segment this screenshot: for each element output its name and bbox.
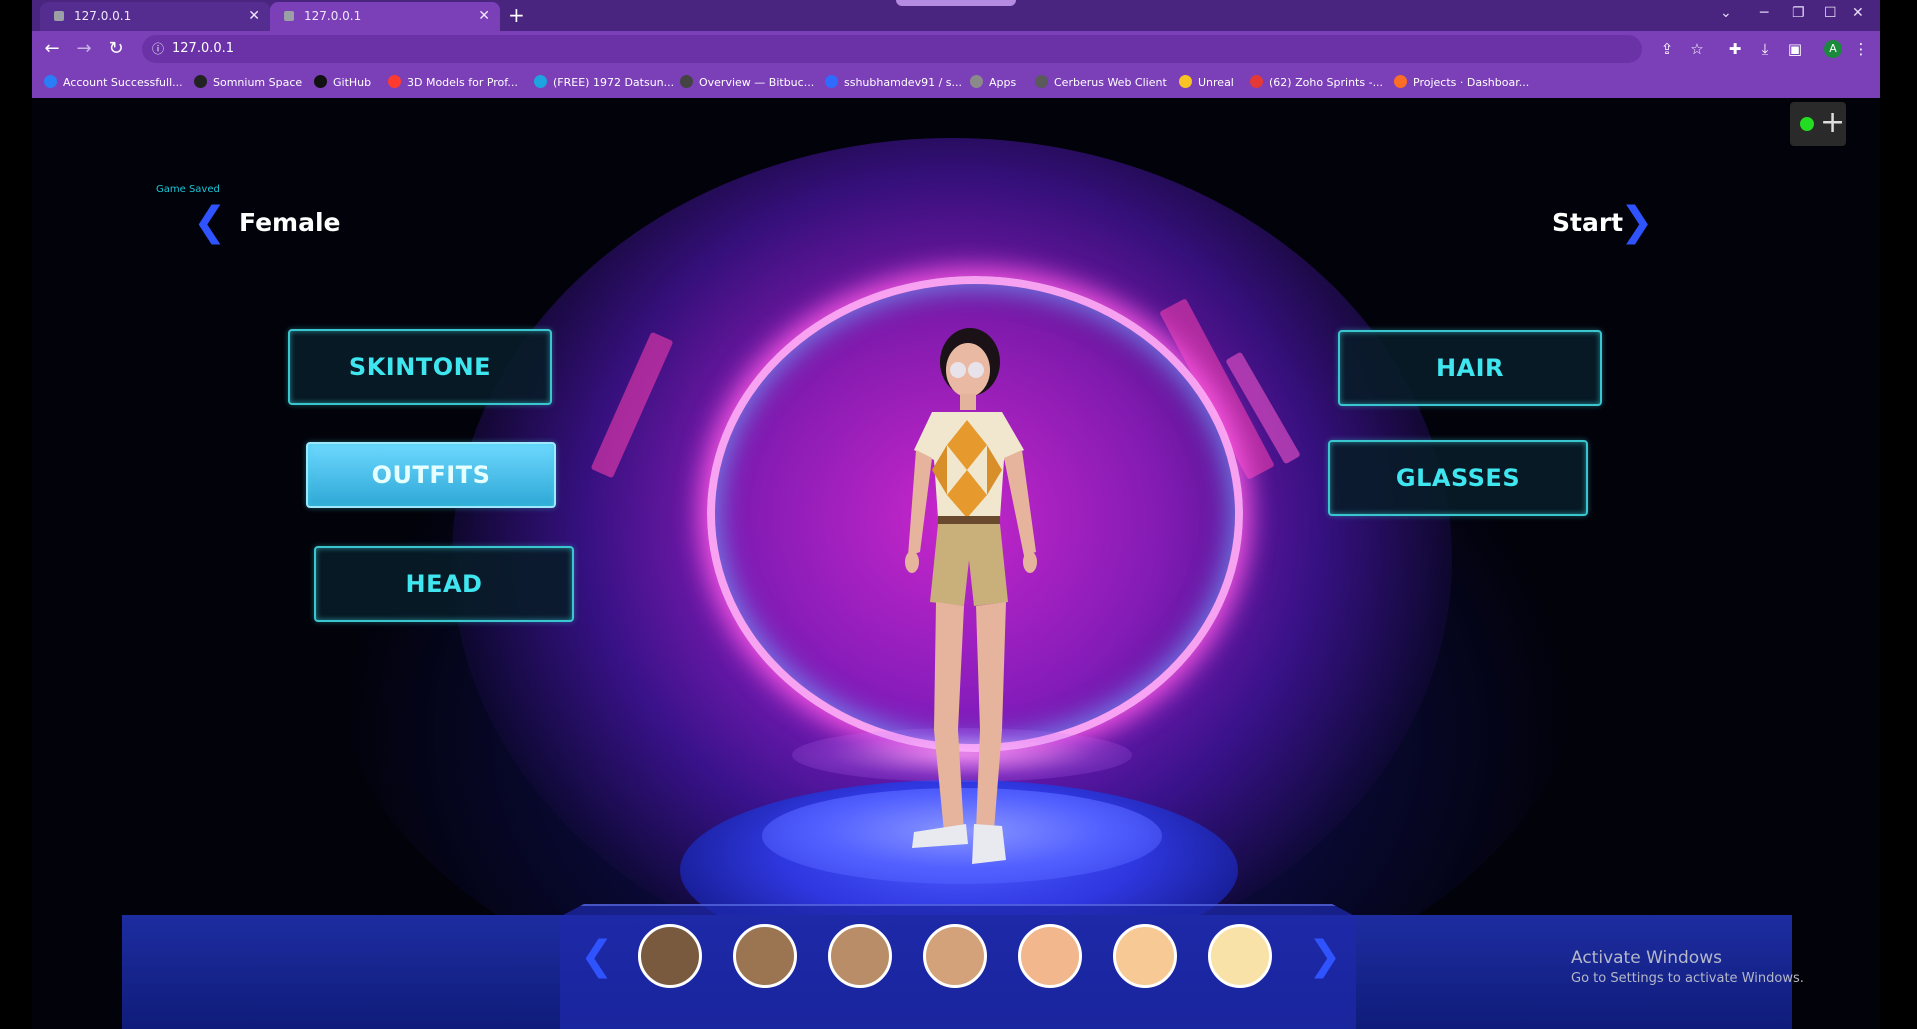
extensions-icon[interactable]: ✚ [1724,37,1746,61]
apps-grid-icon [970,75,983,88]
bookmark-item[interactable]: (FREE) 1972 Datsun... [534,67,674,98]
share-icon[interactable]: ⇪ [1656,37,1678,61]
bookmark-icon [194,75,207,88]
activate-windows-watermark: Activate Windows Go to Settings to activ… [1571,948,1804,986]
bookmark-icon [44,75,57,88]
chevron-right-icon[interactable]: ❯ [1308,936,1342,976]
forward-arrow-icon[interactable]: → [72,37,96,61]
close-icon[interactable]: ✕ [1852,0,1864,26]
skintone-button[interactable]: SKINTONE [288,329,552,405]
activate-windows-subtitle: Go to Settings to activate Windows. [1571,971,1804,986]
skin-swatch[interactable] [923,924,987,988]
minimize-icon[interactable]: ─ [1760,0,1768,26]
tab-title: 127.0.0.1 [74,9,132,23]
screen: 127.0.0.1 ✕ 127.0.0.1 ✕ + ⌄ ─ ❐ ☐ ✕ ← → … [0,0,1917,1029]
back-arrow-icon[interactable]: ← [40,37,64,61]
tab-title: 127.0.0.1 [304,9,362,23]
skin-swatch[interactable] [828,924,892,988]
bookmark-item[interactable]: 3D Models for Prof... [388,67,518,98]
overlay-widget[interactable]: + [1790,102,1846,146]
chevron-left-icon[interactable]: ❮ [580,936,614,976]
bookmark-item[interactable]: Account Successfull... [44,67,183,98]
skin-swatch[interactable] [1113,924,1177,988]
bookmark-item[interactable]: Apps [970,67,1016,98]
folder-icon [1179,75,1192,88]
gitlab-icon [1394,75,1407,88]
game-canvas[interactable]: Game Saved ❮ Female Start ❯ SKINTONE OUT… [32,98,1880,1029]
character-model[interactable] [852,320,1082,865]
maximize-icon[interactable]: ☐ [1824,0,1837,26]
info-icon[interactable]: ⓘ [152,35,164,63]
notch [896,0,1016,6]
download-icon[interactable]: ⤓ [1754,37,1776,61]
bookmark-icon [388,75,401,88]
bookmark-item[interactable]: Projects · Dashboar... [1394,67,1529,98]
hair-button[interactable]: HAIR [1338,330,1602,406]
tab-1[interactable]: 127.0.0.1 ✕ [40,2,270,31]
game-saved-status: Game Saved [156,184,220,195]
head-button[interactable]: HEAD [314,546,574,622]
bookmark-item[interactable]: (62) Zoho Sprints -... [1250,67,1383,98]
bookmark-icon [680,75,693,88]
close-icon[interactable]: ✕ [248,2,260,31]
address-bar[interactable]: ⓘ 127.0.0.1 [142,35,1642,63]
glasses-button[interactable]: GLASSES [1328,440,1588,516]
plus-icon[interactable]: + [508,0,525,31]
page-icon [284,11,294,21]
restore-icon[interactable]: ❐ [1792,0,1805,26]
skin-swatch[interactable] [1208,924,1272,988]
url-text: 127.0.0.1 [172,41,235,56]
page-icon [54,11,64,21]
tab-strip: 127.0.0.1 ✕ 127.0.0.1 ✕ + ⌄ ─ ❐ ☐ ✕ [32,0,1880,31]
side-panel-icon[interactable]: ▣ [1784,37,1806,61]
start-button[interactable]: Start [1552,208,1623,237]
close-icon[interactable]: ✕ [478,2,490,31]
toolbar: ← → ↻ ⓘ 127.0.0.1 ⇪ ☆ ✚ ⤓ ▣ A ⋮ [32,31,1880,67]
skin-swatch[interactable] [1018,924,1082,988]
plus-icon[interactable]: + [1820,105,1845,141]
status-dot-icon [1800,117,1814,131]
bookmark-item[interactable]: Overview — Bitbuc... [680,67,814,98]
gender-label[interactable]: Female [239,208,340,237]
chevron-left-icon[interactable]: ❮ [193,202,227,242]
chevron-down-icon[interactable]: ⌄ [1720,0,1732,26]
github-icon [314,75,327,88]
chevron-right-icon[interactable]: ❯ [1620,202,1654,242]
browser-window: 127.0.0.1 ✕ 127.0.0.1 ✕ + ⌄ ─ ❐ ☐ ✕ ← → … [32,0,1880,98]
bookmark-item[interactable]: GitHub [314,67,371,98]
bookmarks-bar: Account Successfull... Somnium Space Git… [32,67,1880,98]
skin-swatch[interactable] [638,924,702,988]
profile-avatar[interactable]: A [1824,40,1842,58]
bookmark-icon [1035,75,1048,88]
outfits-button[interactable]: OUTFITS [306,442,556,508]
bookmark-item[interactable]: Somnium Space [194,67,302,98]
bookmark-icon [825,75,838,88]
menu-icon[interactable]: ⋮ [1850,37,1872,61]
reload-icon[interactable]: ↻ [104,37,128,61]
bookmark-icon [1250,75,1263,88]
bookmark-item[interactable]: Cerberus Web Client [1035,67,1167,98]
bookmark-icon [534,75,547,88]
bookmark-item[interactable]: sshubhamdev91 / s... [825,67,962,98]
star-icon[interactable]: ☆ [1686,37,1708,61]
skin-swatch[interactable] [733,924,797,988]
tab-2[interactable]: 127.0.0.1 ✕ [270,2,500,31]
activate-windows-title: Activate Windows [1571,948,1722,968]
bookmark-item[interactable]: Unreal [1179,67,1234,98]
